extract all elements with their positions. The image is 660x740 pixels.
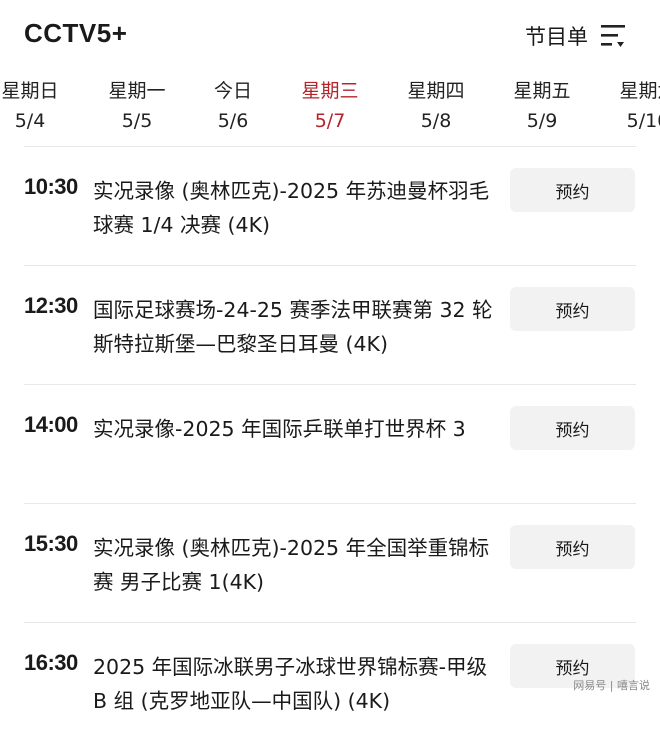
- program-guide-label: 节目单: [525, 25, 588, 49]
- program-row: 16:30 2025 年国际冰联男子冰球世界锦标赛-甲级 B 组 (克罗地亚队—…: [0, 622, 660, 740]
- date-tab[interactable]: 星期五 5/9: [502, 78, 582, 136]
- reserve-button[interactable]: 预约: [510, 525, 635, 569]
- date-tab-weekday: 星期日: [1, 80, 59, 102]
- date-tab-date: 5/8: [420, 110, 452, 132]
- program-title: 实况录像 (奥林匹克)-2025 年苏迪曼杯羽毛球赛 1/4 决赛 (4K): [93, 179, 490, 237]
- date-tab-today[interactable]: 今日 5/6: [193, 78, 273, 136]
- program-time: 16:30: [24, 650, 78, 675]
- program-row: 14:00 实况录像-2025 年国际乒联单打世界杯 3 预约: [0, 384, 660, 502]
- date-tabs: 星期日 5/4 星期一 5/5 今日 5/6 星期三 5/7 星期四 5/8 星…: [0, 78, 660, 140]
- watermark: 网易号 | 嘻言说: [573, 679, 650, 692]
- date-tab-date: 5/6: [217, 110, 249, 132]
- reserve-button[interactable]: 预约: [510, 287, 635, 331]
- program-guide-button[interactable]: 节目单: [525, 18, 630, 54]
- date-tab-date: 5/7: [314, 110, 346, 132]
- date-tab[interactable]: 星期一 5/5: [97, 78, 177, 136]
- date-tab[interactable]: 星期六 5/10: [608, 78, 660, 136]
- program-row: 10:30 实况录像 (奥林匹克)-2025 年苏迪曼杯羽毛球赛 1/4 决赛 …: [0, 146, 660, 264]
- program-row: 12:30 国际足球赛场-24-25 赛季法甲联赛第 32 轮 斯特拉斯堡—巴黎…: [0, 265, 660, 383]
- program-title: 实况录像-2025 年国际乒联单打世界杯 3: [93, 417, 466, 441]
- date-tab-date: 5/4: [14, 110, 46, 132]
- date-tab-selected[interactable]: 星期三 5/7: [290, 78, 370, 136]
- program-time: 14:00: [24, 412, 78, 437]
- reserve-button[interactable]: 预约: [510, 406, 635, 450]
- program-title: 国际足球赛场-24-25 赛季法甲联赛第 32 轮 斯特拉斯堡—巴黎圣日耳曼 (…: [93, 298, 493, 356]
- date-tab-weekday: 星期三: [301, 80, 359, 102]
- channel-title: CCTV5+: [24, 18, 128, 48]
- date-tab-weekday: 今日: [213, 80, 252, 102]
- program-time: 15:30: [24, 531, 78, 556]
- program-title: 实况录像 (奥林匹克)-2025 年全国举重锦标赛 男子比赛 1(4K): [93, 536, 490, 594]
- program-time: 12:30: [24, 293, 78, 318]
- list-menu-icon: [601, 25, 625, 47]
- date-tab-weekday: 星期一: [108, 80, 166, 102]
- date-tab-date: 5/9: [526, 110, 558, 132]
- program-time: 10:30: [24, 174, 78, 199]
- date-tab-weekday: 星期五: [513, 80, 571, 102]
- program-title: 2025 年国际冰联男子冰球世界锦标赛-甲级 B 组 (克罗地亚队—中国队) (…: [93, 655, 488, 713]
- date-tab-weekday: 星期四: [407, 80, 465, 102]
- date-tab-date: 5/10: [626, 110, 660, 132]
- reserve-button[interactable]: 预约: [510, 168, 635, 212]
- header: CCTV5+ 节目单: [0, 0, 660, 72]
- date-tab[interactable]: 星期日 5/4: [0, 78, 70, 136]
- date-tab-date: 5/5: [121, 110, 153, 132]
- date-tab[interactable]: 星期四 5/8: [396, 78, 476, 136]
- program-row: 15:30 实况录像 (奥林匹克)-2025 年全国举重锦标赛 男子比赛 1(4…: [0, 503, 660, 621]
- date-tab-weekday: 星期六: [619, 80, 660, 102]
